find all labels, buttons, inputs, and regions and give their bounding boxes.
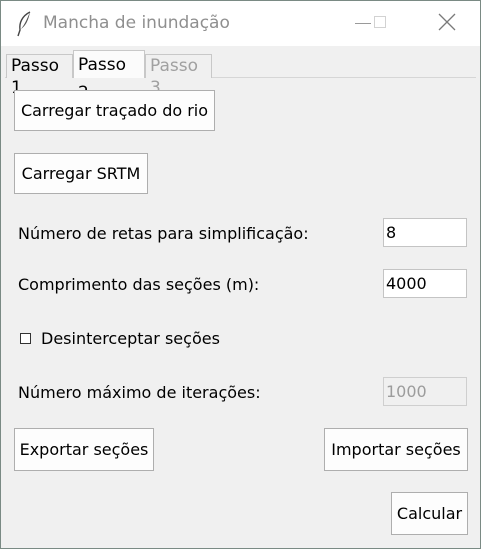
lines-input[interactable]: 8 — [383, 218, 467, 247]
load-river-button[interactable]: Carregar traçado do rio — [14, 90, 215, 131]
iterations-label: Número máximo de iterações: — [18, 383, 261, 402]
window-title: Mancha de inundação — [43, 13, 230, 33]
close-button[interactable] — [424, 1, 470, 46]
step-2-panel: Carregar traçado do rio Carregar SRTM Nú… — [1, 78, 480, 548]
tab-passo-3: Passo 3 — [145, 54, 212, 98]
import-sections-button[interactable]: Importar seções — [324, 428, 468, 471]
length-label: Comprimento das seções (m): — [18, 275, 260, 294]
tab-bar: Passo 1 Passo 3 Passo 2 — [1, 46, 480, 103]
export-sections-button[interactable]: Exportar seções — [14, 428, 154, 471]
main-window: Mancha de inundação Passo 1 Passo 3 Pass… — [0, 0, 481, 549]
close-icon — [438, 13, 456, 35]
iterations-input: 1000 — [383, 377, 467, 406]
maximize-button[interactable] — [359, 1, 405, 46]
feather-icon — [15, 11, 35, 37]
lines-label: Número de retas para simplificação: — [18, 224, 309, 243]
load-srtm-button[interactable]: Carregar SRTM — [14, 153, 148, 194]
uncross-checkbox[interactable] — [20, 333, 31, 344]
uncross-label[interactable]: Desinterceptar seções — [41, 329, 220, 348]
tab-passo-1[interactable]: Passo 1 — [6, 54, 73, 98]
maximize-icon — [374, 16, 386, 28]
title-bar[interactable]: Mancha de inundação — [1, 1, 480, 46]
tab-passo-2[interactable]: Passo 2 — [73, 50, 145, 103]
calculate-button[interactable]: Calcular — [391, 492, 468, 535]
length-input[interactable]: 4000 — [383, 269, 467, 298]
